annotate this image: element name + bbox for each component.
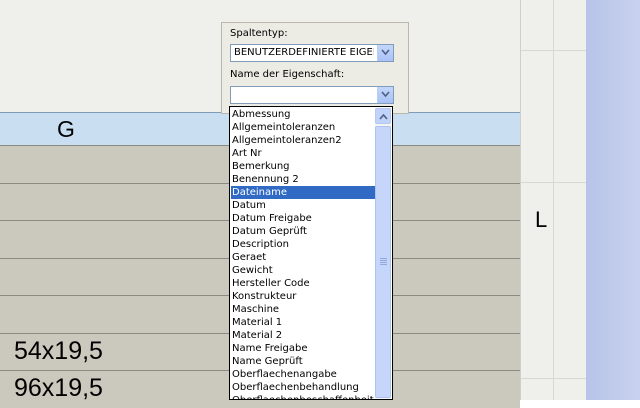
dropdown-option[interactable]: Allgemeintoleranzen (231, 121, 377, 134)
property-name-select[interactable] (230, 86, 394, 104)
dropdown-option[interactable]: Material 1 (231, 316, 377, 329)
column-properties-panel: Spaltentyp: BENUTZERDEFINIERTE EIGEN Nam… (221, 22, 409, 114)
table-cell: 96x19,5 (14, 374, 103, 402)
dropdown-option[interactable]: Geraet (231, 251, 377, 264)
dropdown-option[interactable]: Maschine (231, 303, 377, 316)
column-type-select[interactable]: BENUTZERDEFINIERTE EIGEN (230, 44, 394, 62)
dropdown-option[interactable]: Bemerkung (231, 160, 377, 173)
dropdown-option[interactable]: Material 2 (231, 329, 377, 342)
grid-divider (553, 0, 554, 400)
dropdown-option[interactable]: Datum Geprüft (231, 225, 377, 238)
column-header-l[interactable]: L (535, 207, 547, 233)
dropdown-option[interactable]: Konstrukteur (231, 290, 377, 303)
dropdown-option[interactable]: Allgemeintoleranzen2 (231, 134, 377, 147)
grid-divider (521, 182, 587, 183)
scroll-grip (380, 258, 387, 259)
dropdown-option[interactable]: Oberflaechenangabe (231, 368, 377, 381)
right-table-pane (520, 0, 587, 400)
dropdown-option[interactable]: Abmessung (231, 108, 377, 121)
column-type-label: Spaltentyp: (230, 28, 288, 39)
column-header-g[interactable]: G (57, 116, 75, 143)
scroll-thumb[interactable] (375, 126, 391, 398)
chevron-down-icon (381, 49, 390, 56)
dropdown-option[interactable]: Hersteller Code (231, 277, 377, 290)
dropdown-option[interactable]: Dateiname (231, 186, 377, 199)
dropdown-option[interactable]: Name Freigabe (231, 342, 377, 355)
grid-divider (521, 378, 587, 379)
scroll-up-button[interactable] (375, 108, 391, 124)
dropdown-option[interactable]: Oberflaechenbehandlung (231, 381, 377, 394)
chevron-up-icon (379, 113, 388, 120)
dropdown-option[interactable]: Art Nr (231, 147, 377, 160)
dropdown-option[interactable]: Oberflaechenbeschaffenheit (231, 394, 377, 399)
scroll-grip (380, 260, 387, 261)
chevron-down-icon (381, 91, 390, 98)
column-type-dropdown-button[interactable] (377, 45, 393, 61)
property-name-dropdown-button[interactable] (377, 87, 393, 103)
property-name-dropdown-list[interactable]: Abmessung Allgemeintoleranzen Allgemeintol… (229, 106, 393, 400)
dropdown-option[interactable]: Datum Freigabe (231, 212, 377, 225)
grid-divider (521, 50, 587, 51)
property-name-label: Name der Eigenschaft: (230, 69, 345, 80)
dropdown-option[interactable]: Gewicht (231, 264, 377, 277)
desktop-background (586, 0, 640, 400)
dropdown-option[interactable]: Description (231, 238, 377, 251)
dropdown-option[interactable]: Datum (231, 199, 377, 212)
column-type-value: BENUTZERDEFINIERTE EIGEN (234, 47, 374, 58)
dropdown-option[interactable]: Benennung 2 (231, 173, 377, 186)
dropdown-option[interactable]: Name Geprüft (231, 355, 377, 368)
scroll-grip (380, 262, 387, 263)
dropdown-scrollbar[interactable] (375, 108, 391, 399)
scroll-grip (380, 264, 387, 265)
table-cell: 54x19,5 (14, 336, 103, 365)
